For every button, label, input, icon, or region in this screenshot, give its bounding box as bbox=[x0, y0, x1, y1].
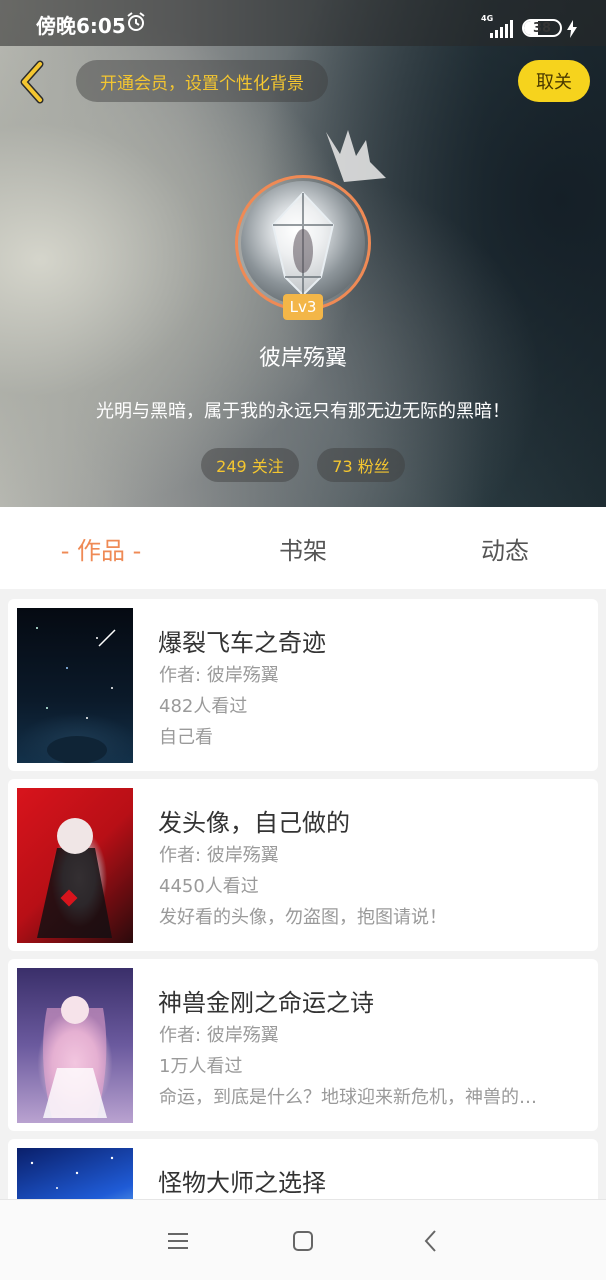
list-item[interactable]: 怪物大师之选择 bbox=[8, 1139, 598, 1199]
work-views: 1万人看过 bbox=[159, 1056, 243, 1077]
back-chevron-icon[interactable] bbox=[14, 58, 50, 106]
vip-background-button[interactable]: 开通会员，设置个性化背景 bbox=[76, 60, 328, 102]
work-summary: 发好看的头像，勿盗图，抱图请说！ bbox=[159, 907, 447, 928]
work-author: 作者: 彼岸殇翼 bbox=[159, 665, 279, 686]
work-title: 神兽金刚之命运之诗 bbox=[158, 989, 374, 1017]
alarm-clock-icon bbox=[127, 12, 145, 31]
tab-activity[interactable]: 动态 bbox=[444, 507, 566, 589]
status-time: 傍晚6:05 bbox=[36, 14, 126, 38]
profile-tabs: - 作品 - 书架 动态 bbox=[0, 507, 606, 589]
signal-strength-icon bbox=[490, 20, 513, 38]
cover-image-anime-red bbox=[17, 788, 133, 943]
avatar-image bbox=[241, 181, 365, 305]
list-item[interactable]: 爆裂飞车之奇迹 作者: 彼岸殇翼 482人看过 自己看 bbox=[8, 599, 598, 771]
work-views: 482人看过 bbox=[159, 696, 248, 717]
crystal-icon bbox=[271, 191, 335, 297]
cover-image-galaxy bbox=[17, 1148, 133, 1199]
work-title: 怪物大师之选择 bbox=[158, 1169, 326, 1197]
tab-bookshelf[interactable]: 书架 bbox=[242, 507, 364, 589]
avatar[interactable] bbox=[235, 175, 371, 311]
works-list: 爆裂飞车之奇迹 作者: 彼岸殇翼 482人看过 自己看 发头像，自己做的 作者:… bbox=[0, 589, 606, 1199]
list-item[interactable]: 发头像，自己做的 作者: 彼岸殇翼 4450人看过 发好看的头像，勿盗图，抱图请… bbox=[8, 779, 598, 951]
work-views: 4450人看过 bbox=[159, 876, 259, 897]
cover-image-anime-pink bbox=[17, 968, 133, 1123]
following-count-button[interactable]: 249 关注 bbox=[201, 448, 299, 482]
tab-works[interactable]: - 作品 - bbox=[40, 507, 162, 589]
menu-icon[interactable] bbox=[163, 1226, 193, 1256]
status-bar: 傍晚6:05 4G 38 bbox=[0, 0, 606, 46]
work-author: 作者: 彼岸殇翼 bbox=[159, 1025, 279, 1046]
profile-header: 傍晚6:05 4G 38 开通会员，设置个性化背景 取关 Lv3 彼岸殇翼 光明… bbox=[0, 0, 606, 507]
unfollow-button[interactable]: 取关 bbox=[518, 60, 590, 102]
username: 彼岸殇翼 bbox=[258, 346, 347, 371]
charging-bolt-icon bbox=[567, 20, 577, 38]
level-badge: Lv3 bbox=[283, 294, 323, 320]
list-item[interactable]: 神兽金刚之命运之诗 作者: 彼岸殇翼 1万人看过 命运，到底是什么？地球迎来新危… bbox=[8, 959, 598, 1131]
work-title: 爆裂飞车之奇迹 bbox=[158, 629, 326, 657]
work-author: 作者: 彼岸殇翼 bbox=[159, 845, 279, 866]
user-bio: 光明与黑暗，属于我的永远只有那无边无际的黑暗！ bbox=[96, 401, 510, 422]
home-square-icon[interactable] bbox=[288, 1226, 318, 1256]
cover-image-starry-sky bbox=[17, 608, 133, 763]
back-triangle-icon[interactable] bbox=[416, 1226, 446, 1256]
work-summary: 命运，到底是什么？地球迎来新危机，神兽的… bbox=[159, 1087, 537, 1108]
battery-level-text: 38 bbox=[532, 20, 552, 36]
work-title: 发头像，自己做的 bbox=[158, 809, 350, 837]
work-summary: 自己看 bbox=[159, 727, 213, 748]
battery-indicator: 38 bbox=[522, 19, 562, 37]
system-navigation-bar bbox=[0, 1199, 606, 1280]
followers-count-button[interactable]: 73 粉丝 bbox=[317, 448, 405, 482]
